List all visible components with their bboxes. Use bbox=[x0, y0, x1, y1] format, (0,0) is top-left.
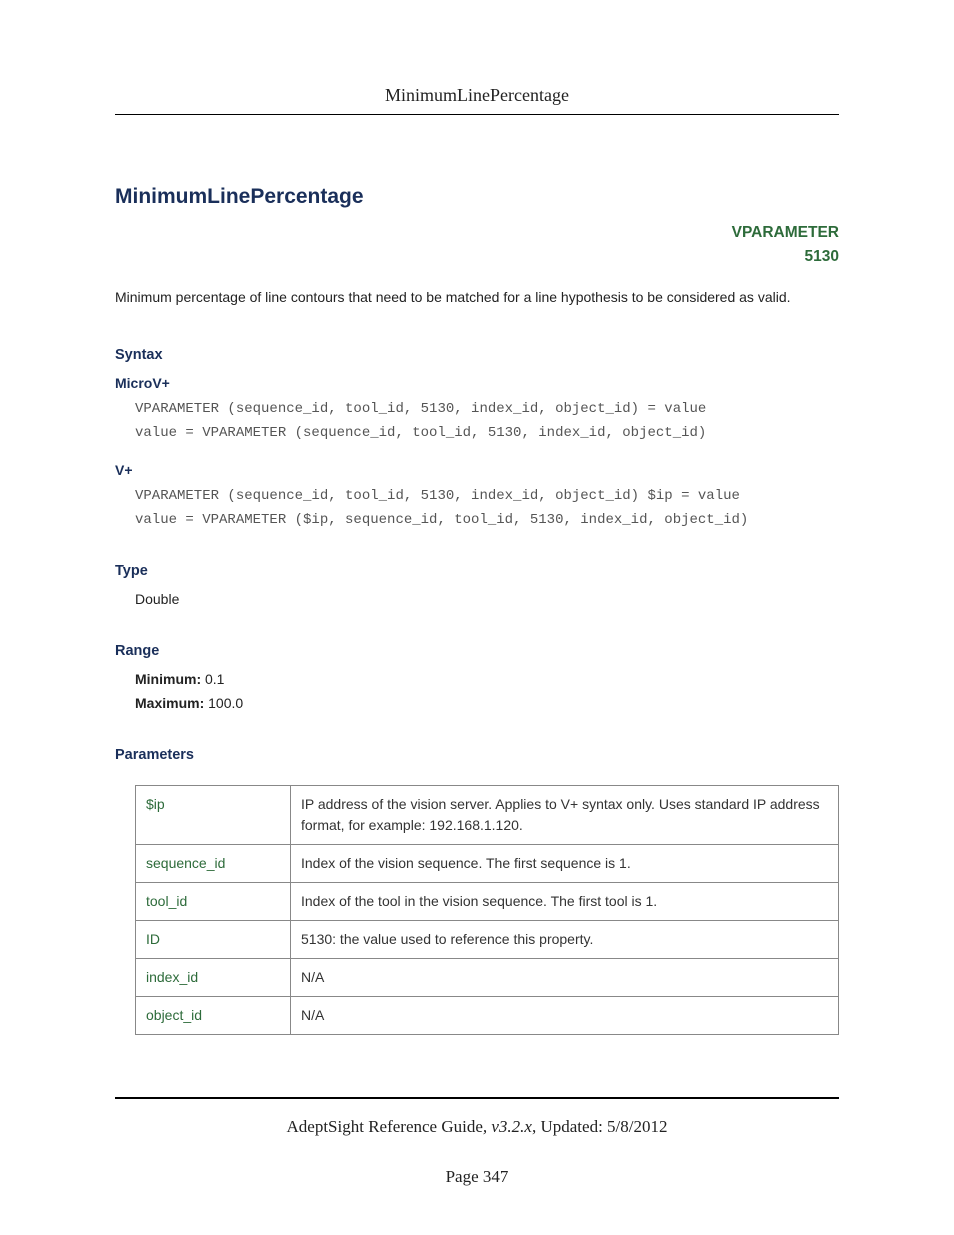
param-name: index_id bbox=[136, 958, 291, 996]
header-topic: MinimumLinePercentage bbox=[115, 85, 839, 115]
vplus-heading: V+ bbox=[115, 462, 839, 478]
footer-version: , v3.2.x bbox=[483, 1117, 532, 1136]
param-desc: Index of the vision sequence. The first … bbox=[291, 844, 839, 882]
param-name: sequence_id bbox=[136, 844, 291, 882]
table-row: sequence_idIndex of the vision sequence.… bbox=[136, 844, 839, 882]
vplus-code: VPARAMETER (sequence_id, tool_id, 5130, … bbox=[135, 484, 839, 533]
type-heading: Type bbox=[115, 563, 839, 579]
param-name: tool_id bbox=[136, 882, 291, 920]
microv-code: VPARAMETER (sequence_id, tool_id, 5130, … bbox=[135, 397, 839, 446]
type-value: Double bbox=[135, 591, 839, 607]
param-desc: 5130: the value used to reference this p… bbox=[291, 920, 839, 958]
param-desc: N/A bbox=[291, 996, 839, 1034]
footer-updated: , Updated: 5/8/2012 bbox=[532, 1117, 668, 1136]
page-number: Page 347 bbox=[115, 1167, 839, 1187]
microv-heading: MicroV+ bbox=[115, 375, 839, 391]
syntax-heading: Syntax bbox=[115, 347, 839, 363]
range-min: Minimum: 0.1 bbox=[135, 671, 839, 687]
range-max: Maximum: 100.0 bbox=[135, 695, 839, 711]
parameters-table: $ipIP address of the vision server. Appl… bbox=[135, 785, 839, 1035]
range-min-label: Minimum: bbox=[135, 671, 201, 687]
table-row: index_idN/A bbox=[136, 958, 839, 996]
range-heading: Range bbox=[115, 643, 839, 659]
param-name: $ip bbox=[136, 785, 291, 844]
param-name: ID bbox=[136, 920, 291, 958]
footer-guide: AdeptSight Reference Guide bbox=[287, 1117, 483, 1136]
param-desc: N/A bbox=[291, 958, 839, 996]
table-row: tool_idIndex of the tool in the vision s… bbox=[136, 882, 839, 920]
table-row: ID5130: the value used to reference this… bbox=[136, 920, 839, 958]
parameters-heading: Parameters bbox=[115, 747, 839, 763]
vparameter-label: VPARAMETER bbox=[732, 224, 839, 241]
table-row: object_idN/A bbox=[136, 996, 839, 1034]
vparameter-badge: VPARAMETER 5130 bbox=[115, 221, 839, 269]
param-desc: Index of the tool in the vision sequence… bbox=[291, 882, 839, 920]
table-row: $ipIP address of the vision server. Appl… bbox=[136, 785, 839, 844]
param-name: object_id bbox=[136, 996, 291, 1034]
page-title: MinimumLinePercentage bbox=[115, 185, 839, 209]
range-max-label: Maximum: bbox=[135, 695, 204, 711]
range-max-value: 100.0 bbox=[208, 695, 243, 711]
param-desc: IP address of the vision server. Applies… bbox=[291, 785, 839, 844]
vparameter-code: 5130 bbox=[805, 248, 839, 265]
intro-text: Minimum percentage of line contours that… bbox=[115, 287, 839, 309]
page-footer: AdeptSight Reference Guide, v3.2.x, Upda… bbox=[115, 1097, 839, 1187]
range-min-value: 0.1 bbox=[205, 671, 224, 687]
